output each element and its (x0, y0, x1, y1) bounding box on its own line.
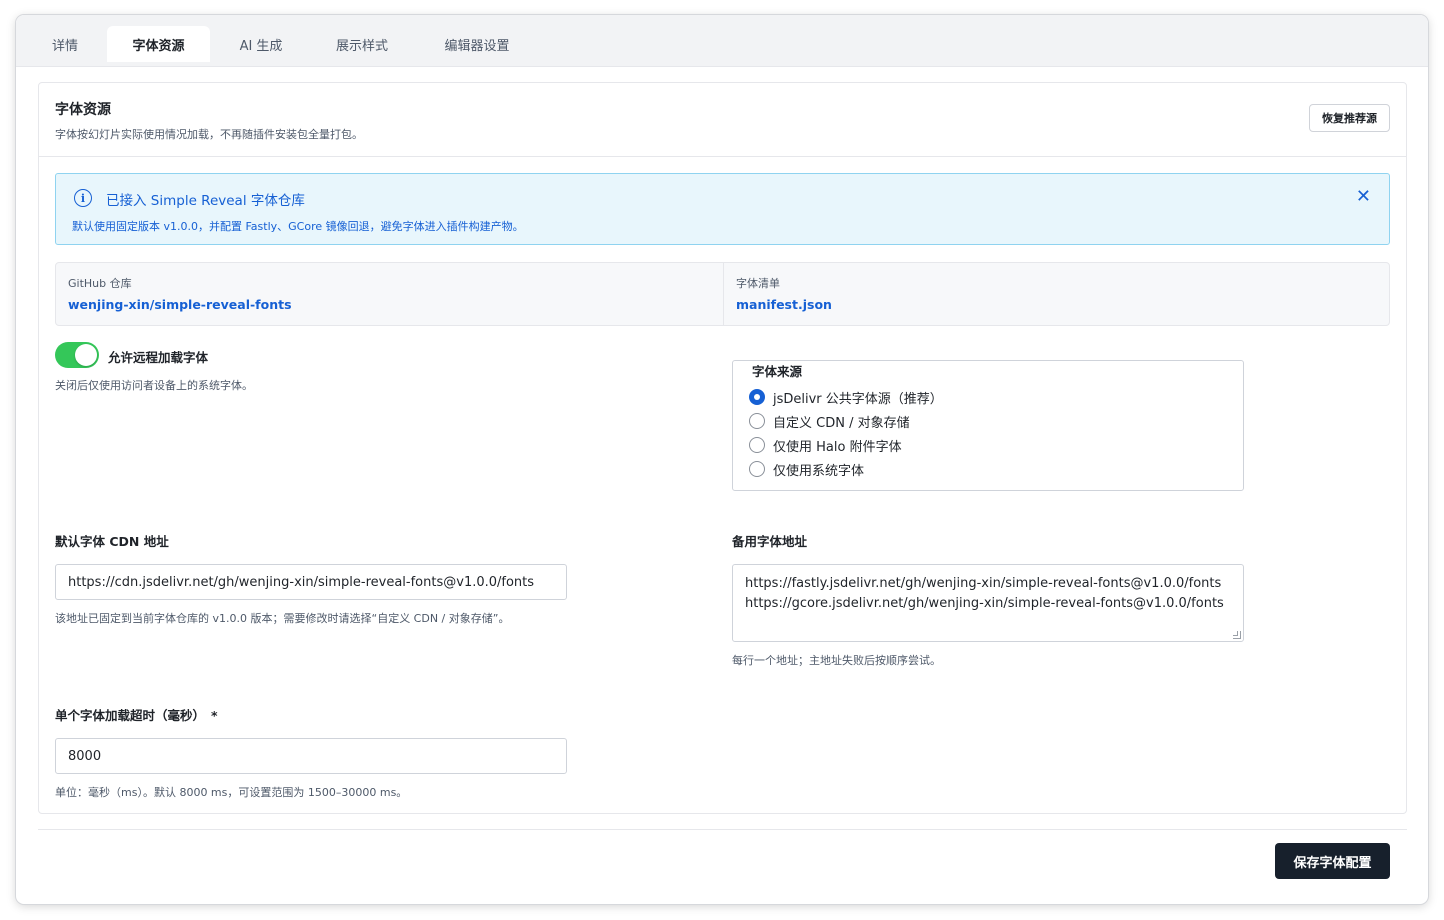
github-repo-label: GitHub 仓库 (68, 277, 132, 290)
github-repo-column: GitHub 仓库 wenjing-xin/simple-reveal-font… (56, 263, 723, 325)
backup-urls-hint: 每行一个地址；主地址失败后按顺序尝试。 (732, 654, 941, 667)
section-title: 字体资源 (55, 102, 111, 118)
radio-label: 仅使用 Halo 附件字体 (773, 439, 902, 455)
remote-loading-hint: 关闭后仅使用访问者设备上的系统字体。 (55, 379, 253, 392)
repo-info-box: GitHub 仓库 wenjing-xin/simple-reveal-font… (55, 262, 1390, 326)
default-cdn-input[interactable]: https://cdn.jsdelivr.net/gh/wenjing-xin/… (55, 564, 567, 600)
footer-divider (38, 829, 1407, 830)
radio-checked-icon (749, 389, 765, 405)
close-icon[interactable]: ✕ (1356, 187, 1371, 207)
settings-window: 详情 字体资源 AI 生成 展示样式 编辑器设置 字体资源 字体按幻灯片实际使用… (16, 15, 1428, 904)
font-resources-card: 字体资源 字体按幻灯片实际使用情况加载，不再随插件安装包全量打包。 恢复推荐源 … (38, 82, 1407, 814)
info-alert: i 已接入 Simple Reveal 字体仓库 默认使用固定版本 v1.0.0… (55, 173, 1390, 245)
manifest-column: 字体清单 manifest.json (723, 263, 1389, 325)
radio-label: jsDelivr 公共字体源（推荐） (773, 391, 943, 407)
tab-bar: 详情 字体资源 AI 生成 展示样式 编辑器设置 (16, 15, 1428, 67)
timeout-label-text: 单个字体加载超时（毫秒） (55, 708, 206, 723)
info-icon: i (74, 189, 92, 207)
remote-loading-label: 允许远程加载字体 (108, 350, 209, 365)
radio-custom-cdn[interactable]: 自定义 CDN / 对象存储 (749, 411, 910, 431)
github-repo-link[interactable]: wenjing-xin/simple-reveal-fonts (68, 297, 292, 312)
radio-unchecked-icon (749, 413, 765, 429)
manifest-label: 字体清单 (736, 277, 780, 290)
radio-unchecked-icon (749, 437, 765, 453)
tab-editor-settings[interactable]: 编辑器设置 (426, 26, 528, 62)
toggle-knob (75, 344, 97, 366)
restore-recommended-button[interactable]: 恢复推荐源 (1309, 104, 1390, 132)
required-mark: * (211, 708, 218, 723)
alert-title: 已接入 Simple Reveal 字体仓库 (106, 193, 305, 209)
remote-loading-toggle[interactable] (55, 342, 99, 368)
default-cdn-hint: 该地址已固定到当前字体仓库的 v1.0.0 版本；需要修改时请选择“自定义 CD… (55, 612, 510, 625)
timeout-input[interactable]: 8000 (55, 738, 567, 774)
alert-description: 默认使用固定版本 v1.0.0，并配置 Fastly、GCore 镜像回退，避免… (72, 220, 524, 233)
radio-label: 自定义 CDN / 对象存储 (773, 415, 910, 431)
tab-ai-generation[interactable]: AI 生成 (216, 26, 306, 62)
radio-unchecked-icon (749, 461, 765, 477)
default-cdn-label: 默认字体 CDN 地址 (55, 534, 169, 549)
card-header: 字体资源 字体按幻灯片实际使用情况加载，不再随插件安装包全量打包。 恢复推荐源 (39, 83, 1406, 157)
radio-halo-attachments[interactable]: 仅使用 Halo 附件字体 (749, 435, 902, 455)
backup-url-line: https://fastly.jsdelivr.net/gh/wenjing-x… (745, 576, 1222, 591)
manifest-link[interactable]: manifest.json (736, 297, 832, 312)
backup-urls-label: 备用字体地址 (732, 534, 808, 549)
tab-details[interactable]: 详情 (34, 26, 96, 62)
save-font-config-button[interactable]: 保存字体配置 (1275, 843, 1390, 879)
radio-label: 仅使用系统字体 (773, 463, 865, 479)
radio-jsdelivr[interactable]: jsDelivr 公共字体源（推荐） (749, 387, 943, 407)
font-source-legend: 字体来源 (748, 361, 807, 380)
tab-display-style[interactable]: 展示样式 (314, 26, 410, 62)
timeout-hint: 单位：毫秒（ms）。默认 8000 ms，可设置范围为 1500–30000 m… (55, 786, 408, 799)
timeout-label: 单个字体加载超时（毫秒） * (55, 705, 218, 724)
section-subtitle: 字体按幻灯片实际使用情况加载，不再随插件安装包全量打包。 (55, 128, 363, 141)
radio-system-fonts[interactable]: 仅使用系统字体 (749, 459, 864, 479)
backup-url-line: https://gcore.jsdelivr.net/gh/wenjing-xi… (745, 596, 1224, 611)
resize-grip-icon[interactable] (1233, 631, 1241, 639)
backup-urls-textarea[interactable]: https://fastly.jsdelivr.net/gh/wenjing-x… (732, 564, 1244, 642)
tab-font-resources[interactable]: 字体资源 (107, 26, 210, 62)
